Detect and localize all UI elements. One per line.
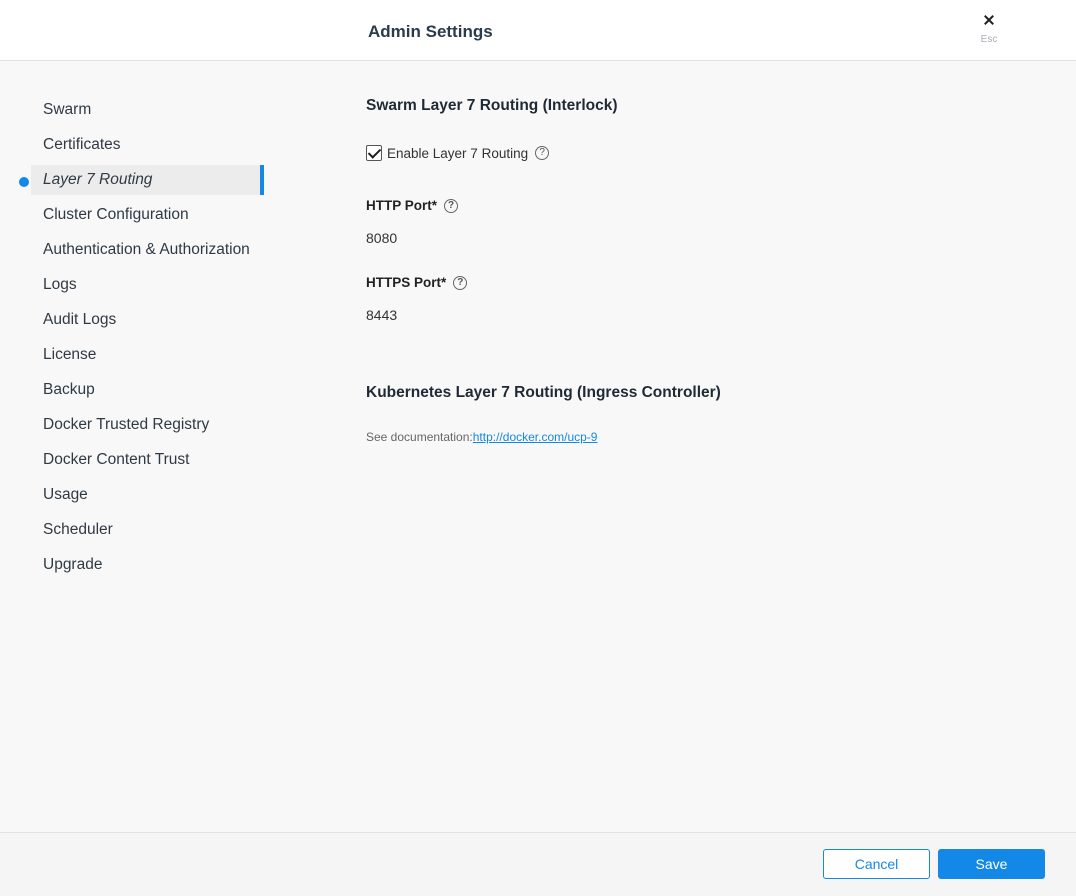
sidebar-item-usage[interactable]: Usage [31,480,264,510]
sidebar-item-scheduler[interactable]: Scheduler [31,515,264,545]
sidebar-item-layer-7-routing[interactable]: Layer 7 Routing [31,165,264,195]
enable-layer7-row: Enable Layer 7 Routing ? [366,144,550,162]
active-indicator-dot [19,177,29,187]
http-port-label: HTTP Port* [366,198,438,213]
sidebar-item-audit-logs[interactable]: Audit Logs [31,305,264,335]
esc-hint: Esc [980,34,998,45]
sidebar-item-backup[interactable]: Backup [31,375,264,405]
http-port-label-row: HTTP Port* ? [366,198,459,213]
https-port-label-row: HTTPS Port* ? [366,275,468,290]
sidebar-item-authentication[interactable]: Authentication & Authorization [31,235,264,265]
http-port-value[interactable]: 8080 [366,230,397,246]
close-button[interactable]: Esc [972,8,1006,48]
documentation-link[interactable]: http://docker.com/ucp-9 [473,430,598,444]
sidebar-item-swarm[interactable]: Swarm [31,95,264,125]
sidebar-item-upgrade[interactable]: Upgrade [31,550,264,580]
sidebar-item-license[interactable]: License [31,340,264,370]
enable-layer7-label[interactable]: Enable Layer 7 Routing [387,146,528,161]
modal-header: Admin Settings Esc [0,0,1076,61]
documentation-prefix: See documentation: [366,430,473,444]
sidebar-item-cluster-configuration[interactable]: Cluster Configuration [31,200,264,230]
kubernetes-section-title: Kubernetes Layer 7 Routing (Ingress Cont… [366,384,721,401]
documentation-line: See documentation:http://docker.com/ucp-… [366,430,597,444]
modal-footer: Cancel Save [0,832,1076,896]
question-circle-icon[interactable]: ? [453,275,468,290]
close-icon[interactable] [982,13,996,27]
sidebar-item-certificates[interactable]: Certificates [31,130,264,160]
swarm-section-title: Swarm Layer 7 Routing (Interlock) [366,97,618,114]
question-circle-icon[interactable]: ? [444,198,459,213]
cancel-button[interactable]: Cancel [823,849,930,879]
save-button[interactable]: Save [938,849,1045,879]
sidebar-item-logs[interactable]: Logs [31,270,264,300]
https-port-label: HTTPS Port* [366,275,447,290]
enable-layer7-checkbox[interactable] [366,145,382,161]
sidebar-item-docker-content-trust[interactable]: Docker Content Trust [31,445,264,475]
modal-title: Admin Settings [368,22,493,41]
question-circle-icon[interactable]: ? [535,146,550,160]
sidebar-item-docker-trusted-registry[interactable]: Docker Trusted Registry [31,410,264,440]
https-port-value[interactable]: 8443 [366,307,397,323]
